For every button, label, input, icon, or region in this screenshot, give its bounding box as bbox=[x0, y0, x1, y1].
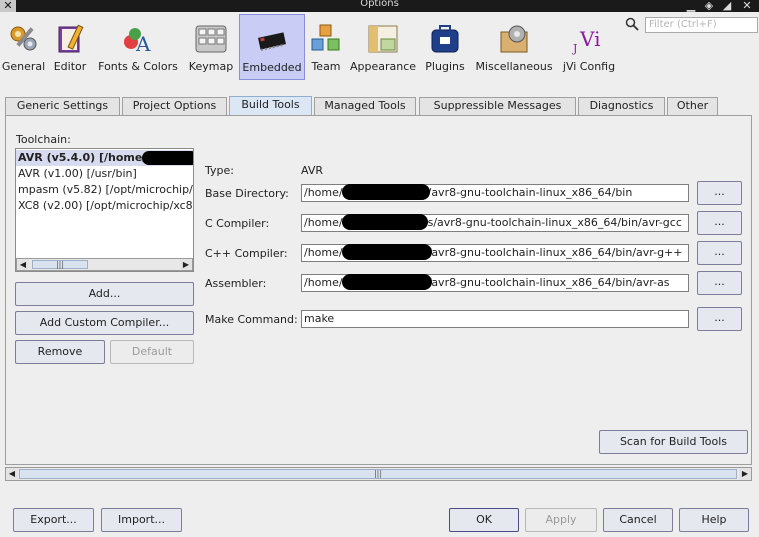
filter-input[interactable]: Filter (Ctrl+F) bbox=[645, 17, 758, 33]
title-bar: ✕ Options ▁ ◈ ◢ ✕ bbox=[0, 0, 759, 12]
category-label: Plugins bbox=[425, 60, 465, 73]
make-command-field[interactable]: make bbox=[301, 310, 689, 328]
browse-base-directory-button[interactable]: ... bbox=[697, 181, 742, 205]
category-label: Appearance bbox=[349, 60, 417, 73]
category-label: Fonts & Colors bbox=[98, 60, 178, 73]
toolchain-list-scrollbar[interactable]: ◀ ||| ▶ bbox=[16, 258, 193, 271]
category-embedded[interactable]: Embedded bbox=[239, 14, 305, 80]
list-item[interactable]: mpasm (v5.82) [/opt/microchip/ bbox=[16, 182, 193, 198]
category-label: Keymap bbox=[188, 60, 234, 73]
field-text-end: /avr8-gnu-toolchain-linux_x86_64/bin/avr… bbox=[427, 276, 670, 289]
restore-icon[interactable]: ◈ bbox=[701, 0, 717, 12]
search-icon bbox=[625, 17, 639, 31]
field-text-start: /home/ bbox=[304, 216, 343, 229]
window-layout-icon bbox=[366, 22, 400, 56]
default-button: Default bbox=[110, 340, 194, 364]
palette-letter-icon: A bbox=[121, 22, 155, 56]
field-text-end: s/avr8-gnu-toolchain-linux_x86_64/bin/av… bbox=[427, 216, 682, 229]
assembler-label: Assembler: bbox=[205, 277, 267, 290]
gears-wrench-icon bbox=[7, 22, 41, 56]
toolchain-label: Toolchain: bbox=[16, 133, 71, 146]
category-label: Team bbox=[311, 60, 341, 73]
type-label: Type: bbox=[205, 164, 234, 177]
toolchain-list[interactable]: AVR (v5.4.0) [/home/ AVR (v1.00) [/usr/b… bbox=[15, 148, 194, 272]
tab-managed-tools[interactable]: Managed Tools bbox=[314, 97, 416, 115]
list-item[interactable]: AVR (v1.00) [/usr/bin] bbox=[16, 166, 193, 182]
category-general[interactable]: General bbox=[0, 14, 47, 80]
redaction-blot bbox=[342, 244, 432, 260]
close-icon[interactable]: ✕ bbox=[739, 0, 755, 12]
plugin-briefcase-icon bbox=[428, 22, 462, 56]
tab-other[interactable]: Other bbox=[667, 97, 718, 115]
category-label: Embedded bbox=[242, 61, 302, 74]
category-appearance[interactable]: Appearance bbox=[348, 14, 418, 80]
browse-c-compiler-button[interactable]: ... bbox=[697, 211, 742, 235]
tab-build-tools[interactable]: Build Tools bbox=[229, 96, 312, 116]
svg-text:Vi: Vi bbox=[579, 27, 601, 51]
c-compiler-label: C Compiler: bbox=[205, 217, 270, 230]
tab-generic-settings[interactable]: Generic Settings bbox=[5, 97, 120, 115]
field-text-start: /home/ bbox=[304, 246, 343, 259]
scroll-left-icon[interactable]: ◀ bbox=[17, 259, 29, 270]
redaction-blot bbox=[342, 184, 430, 200]
category-miscellaneous[interactable]: Miscellaneous bbox=[471, 14, 557, 80]
category-editor[interactable]: Editor bbox=[50, 14, 90, 80]
scroll-right-icon[interactable]: ▶ bbox=[739, 468, 751, 480]
browse-assembler-button[interactable]: ... bbox=[697, 271, 742, 295]
tab-suppressible-messages[interactable]: Suppressible Messages bbox=[419, 97, 576, 115]
category-label: Miscellaneous bbox=[475, 60, 553, 73]
browse-make-command-button[interactable]: ... bbox=[697, 307, 742, 331]
minimize-icon[interactable]: ▁ bbox=[683, 0, 699, 12]
ok-button[interactable]: OK bbox=[449, 508, 519, 532]
tab-project-options[interactable]: Project Options bbox=[122, 97, 227, 115]
microchip-icon bbox=[255, 23, 289, 57]
cancel-button[interactable]: Cancel bbox=[603, 508, 673, 532]
redaction-blot bbox=[342, 214, 428, 230]
colored-cubes-icon bbox=[309, 22, 343, 56]
export-button[interactable]: Export... bbox=[13, 508, 94, 532]
field-text-end: /avr8-gnu-toolchain-linux_x86_64/bin/avr… bbox=[427, 246, 683, 259]
import-button[interactable]: Import... bbox=[101, 508, 182, 532]
remove-button[interactable]: Remove bbox=[15, 340, 105, 364]
category-jvi-config[interactable]: J Vi jVi Config bbox=[559, 14, 619, 80]
type-value: AVR bbox=[301, 164, 323, 177]
svg-text:A: A bbox=[135, 32, 151, 56]
base-directory-label: Base Directory: bbox=[205, 187, 289, 200]
svg-text:J: J bbox=[572, 42, 577, 55]
category-plugins[interactable]: Plugins bbox=[421, 14, 469, 80]
scroll-thumb[interactable]: ||| bbox=[19, 469, 737, 479]
scroll-left-icon[interactable]: ◀ bbox=[6, 468, 18, 480]
category-fonts-colors[interactable]: A Fonts & Colors bbox=[93, 14, 183, 80]
field-text-end: /avr8-gnu-toolchain-linux_x86_64/bin bbox=[427, 186, 633, 199]
add-toolchain-button[interactable]: Add... bbox=[15, 282, 194, 306]
scroll-thumb[interactable]: ||| bbox=[32, 260, 88, 269]
panel-horizontal-scrollbar[interactable]: ◀ ||| ▶ bbox=[5, 467, 752, 481]
toolbox-gear-icon bbox=[497, 22, 531, 56]
category-label: Editor bbox=[53, 60, 87, 73]
make-command-label: Make Command: bbox=[205, 313, 298, 326]
jvi-letters-icon: J Vi bbox=[572, 22, 606, 56]
cpp-compiler-label: C++ Compiler: bbox=[205, 247, 288, 260]
redaction-blot bbox=[342, 274, 432, 290]
window-title: Options bbox=[360, 0, 399, 9]
add-custom-compiler-button[interactable]: Add Custom Compiler... bbox=[15, 311, 194, 335]
category-team[interactable]: Team bbox=[307, 14, 345, 80]
apply-button: Apply bbox=[525, 508, 597, 532]
browse-cpp-compiler-button[interactable]: ... bbox=[697, 241, 742, 265]
field-text-start: /home/ bbox=[304, 276, 343, 289]
maximize-icon[interactable]: ◢ bbox=[719, 0, 735, 12]
tab-diagnostics[interactable]: Diagnostics bbox=[578, 97, 665, 115]
category-keymap[interactable]: Keymap bbox=[186, 14, 236, 80]
list-item[interactable]: XC8 (v2.00) [/opt/microchip/xc8 bbox=[16, 198, 193, 214]
category-label: jVi Config bbox=[562, 60, 616, 73]
help-button[interactable]: Help bbox=[679, 508, 749, 532]
notebook-pencil-icon bbox=[53, 22, 87, 56]
keyboard-keys-icon bbox=[194, 22, 228, 56]
scroll-right-icon[interactable]: ▶ bbox=[180, 259, 192, 270]
redaction-blot bbox=[142, 151, 193, 165]
category-label: General bbox=[1, 60, 46, 73]
field-text-start: /home/ bbox=[304, 186, 343, 199]
scan-for-build-tools-button[interactable]: Scan for Build Tools bbox=[599, 430, 748, 454]
